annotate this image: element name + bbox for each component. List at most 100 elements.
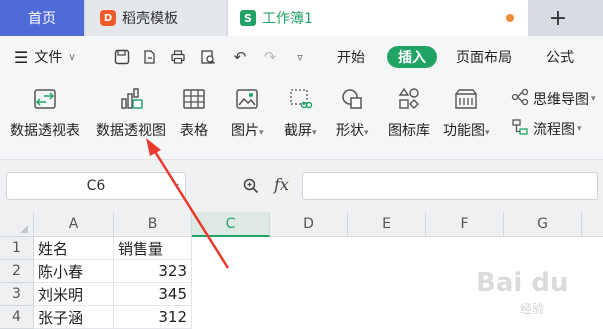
cell-b1[interactable]: 销售量 [114,237,192,260]
name-box-value: C6 [86,178,106,194]
pivot-chart-label: 数据透视图 [96,123,166,139]
export-icon[interactable] [140,47,160,67]
column-header-f[interactable]: F [426,212,504,237]
tab-docer-label: 稻壳模板 [122,11,178,27]
picture-icon [232,84,262,114]
cell-b3-value: 345 [158,285,187,303]
cell-b4[interactable]: 312 [114,306,192,329]
spreadsheet-logo-icon: S [240,10,256,26]
icon-library-label: 图标库 [388,123,430,139]
picture-button[interactable]: 图片▾ [231,84,264,140]
pivot-chart-button[interactable]: 数据透视图 [96,84,166,140]
shape-label: 形状▾ [336,120,369,140]
shape-icon [337,84,367,114]
column-header-e[interactable]: E [348,212,426,237]
quick-access-more-icon[interactable]: ▿ [290,47,310,67]
row-header-2[interactable]: 2 [0,260,34,283]
docer-logo-icon: D [100,10,116,26]
shape-dropdown-icon: ▾ [364,128,369,138]
menu-start-label: 开始 [337,50,365,66]
column-header-c[interactable]: C [192,212,270,237]
function-chart-button[interactable]: 功能图▾ [443,84,490,140]
column-header-e-label: E [382,216,391,232]
zoom-search-icon[interactable] [242,177,260,199]
menu-insert[interactable]: 插入 [387,46,437,68]
icon-library-button[interactable]: 图标库 [388,84,430,140]
picture-label: 图片▾ [231,120,264,140]
mindmap-button[interactable]: 思维导图 ▾ [511,88,596,110]
print-preview-icon[interactable] [198,47,218,67]
tab-workbook[interactable]: S 工作簿1 [228,0,528,36]
function-chart-label: 功能图▾ [443,120,490,140]
cell-a2[interactable]: 陈小春 [34,260,114,283]
row-header-3[interactable]: 3 [0,283,34,306]
file-menu[interactable]: ☰ 文件 ∨ [14,45,76,69]
cell-a4[interactable]: 张子涵 [34,306,114,329]
menu-page-layout[interactable]: 页面布局 [456,45,512,69]
mindmap-dropdown-icon: ▾ [591,94,596,104]
tab-workbook-label: 工作簿1 [262,11,313,27]
flowchart-icon [511,118,529,140]
cell-a3-value: 刘米明 [38,285,84,304]
column-header-b-label: B [147,216,158,232]
print-icon[interactable] [168,47,188,67]
row-header-1[interactable]: 1 [0,237,34,260]
column-header-d-label: D [303,216,314,232]
cell-b2[interactable]: 323 [114,260,192,283]
column-header-a[interactable]: A [34,212,114,237]
cell-a1-value: 姓名 [38,239,69,258]
menu-start[interactable]: 开始 [337,45,365,69]
screenshot-button[interactable]: 截屏▾ [284,84,317,140]
column-header-d[interactable]: D [270,212,348,237]
select-all-corner[interactable] [0,212,34,237]
formula-input[interactable] [302,172,598,200]
insert-ribbon: 数据透视表 数据透视图 表格 图片▾ 截屏▾ 形状▾ 图标库 功能图▾ 思维导图… [0,78,603,160]
cell-b1-value: 销售量 [118,239,164,258]
baidu-watermark: Bai du [476,268,569,298]
screenshot-label-text: 截屏 [284,123,312,139]
table-icon [179,84,209,114]
menu-formula[interactable]: 公式 [546,45,574,69]
save-icon[interactable] [112,47,132,67]
column-header-b[interactable]: B [114,212,192,237]
picture-label-text: 图片 [231,123,259,139]
baidu-watermark-sub: 经验 [520,302,545,316]
pivot-chart-icon [116,84,146,114]
column-header-g-label: G [537,216,548,232]
cell-a1[interactable]: 姓名 [34,237,114,260]
shape-button[interactable]: 形状▾ [336,84,369,140]
hamburger-icon: ☰ [14,47,29,67]
row-header-4[interactable]: 4 [0,306,34,329]
tab-docer-templates[interactable]: D 稻壳模板 [86,0,226,36]
flowchart-button[interactable]: 流程图 ▾ [511,118,582,140]
tab-home[interactable]: 首页 [0,0,84,36]
function-chart-dropdown-icon: ▾ [485,128,490,138]
mindmap-icon [511,88,529,110]
undo-icon[interactable]: ↶ [230,47,250,67]
row-header-2-label: 2 [12,263,21,279]
name-box[interactable]: C6 ▾ [6,172,186,200]
screenshot-icon [285,84,315,114]
icon-library-icon [394,84,424,114]
redo-icon[interactable]: ↷ [260,47,280,67]
pivot-table-button[interactable]: 数据透视表 [10,84,80,140]
table-label: 表格 [180,123,208,139]
cell-b3[interactable]: 345 [114,283,192,306]
cell-a3[interactable]: 刘米明 [34,283,114,306]
column-header-c-label: C [225,215,236,232]
mindmap-label: 思维导图 [533,92,589,108]
screenshot-dropdown-icon: ▾ [312,128,317,138]
table-button[interactable]: 表格 [179,84,209,140]
column-header-g[interactable]: G [504,212,582,237]
cell-a2-value: 陈小春 [38,262,84,281]
pivot-table-label: 数据透视表 [10,123,80,139]
cell-b4-value: 312 [158,308,187,326]
new-tab-button[interactable]: + [532,0,584,36]
file-menu-label: 文件 [34,50,63,66]
picture-dropdown-icon: ▾ [259,128,264,138]
name-box-dropdown-icon: ▾ [173,180,179,192]
cell-b2-value: 323 [158,262,187,280]
tab-home-label: 首页 [28,11,56,27]
insert-function-button[interactable]: fx [274,175,289,194]
column-header-f-label: F [460,216,469,232]
